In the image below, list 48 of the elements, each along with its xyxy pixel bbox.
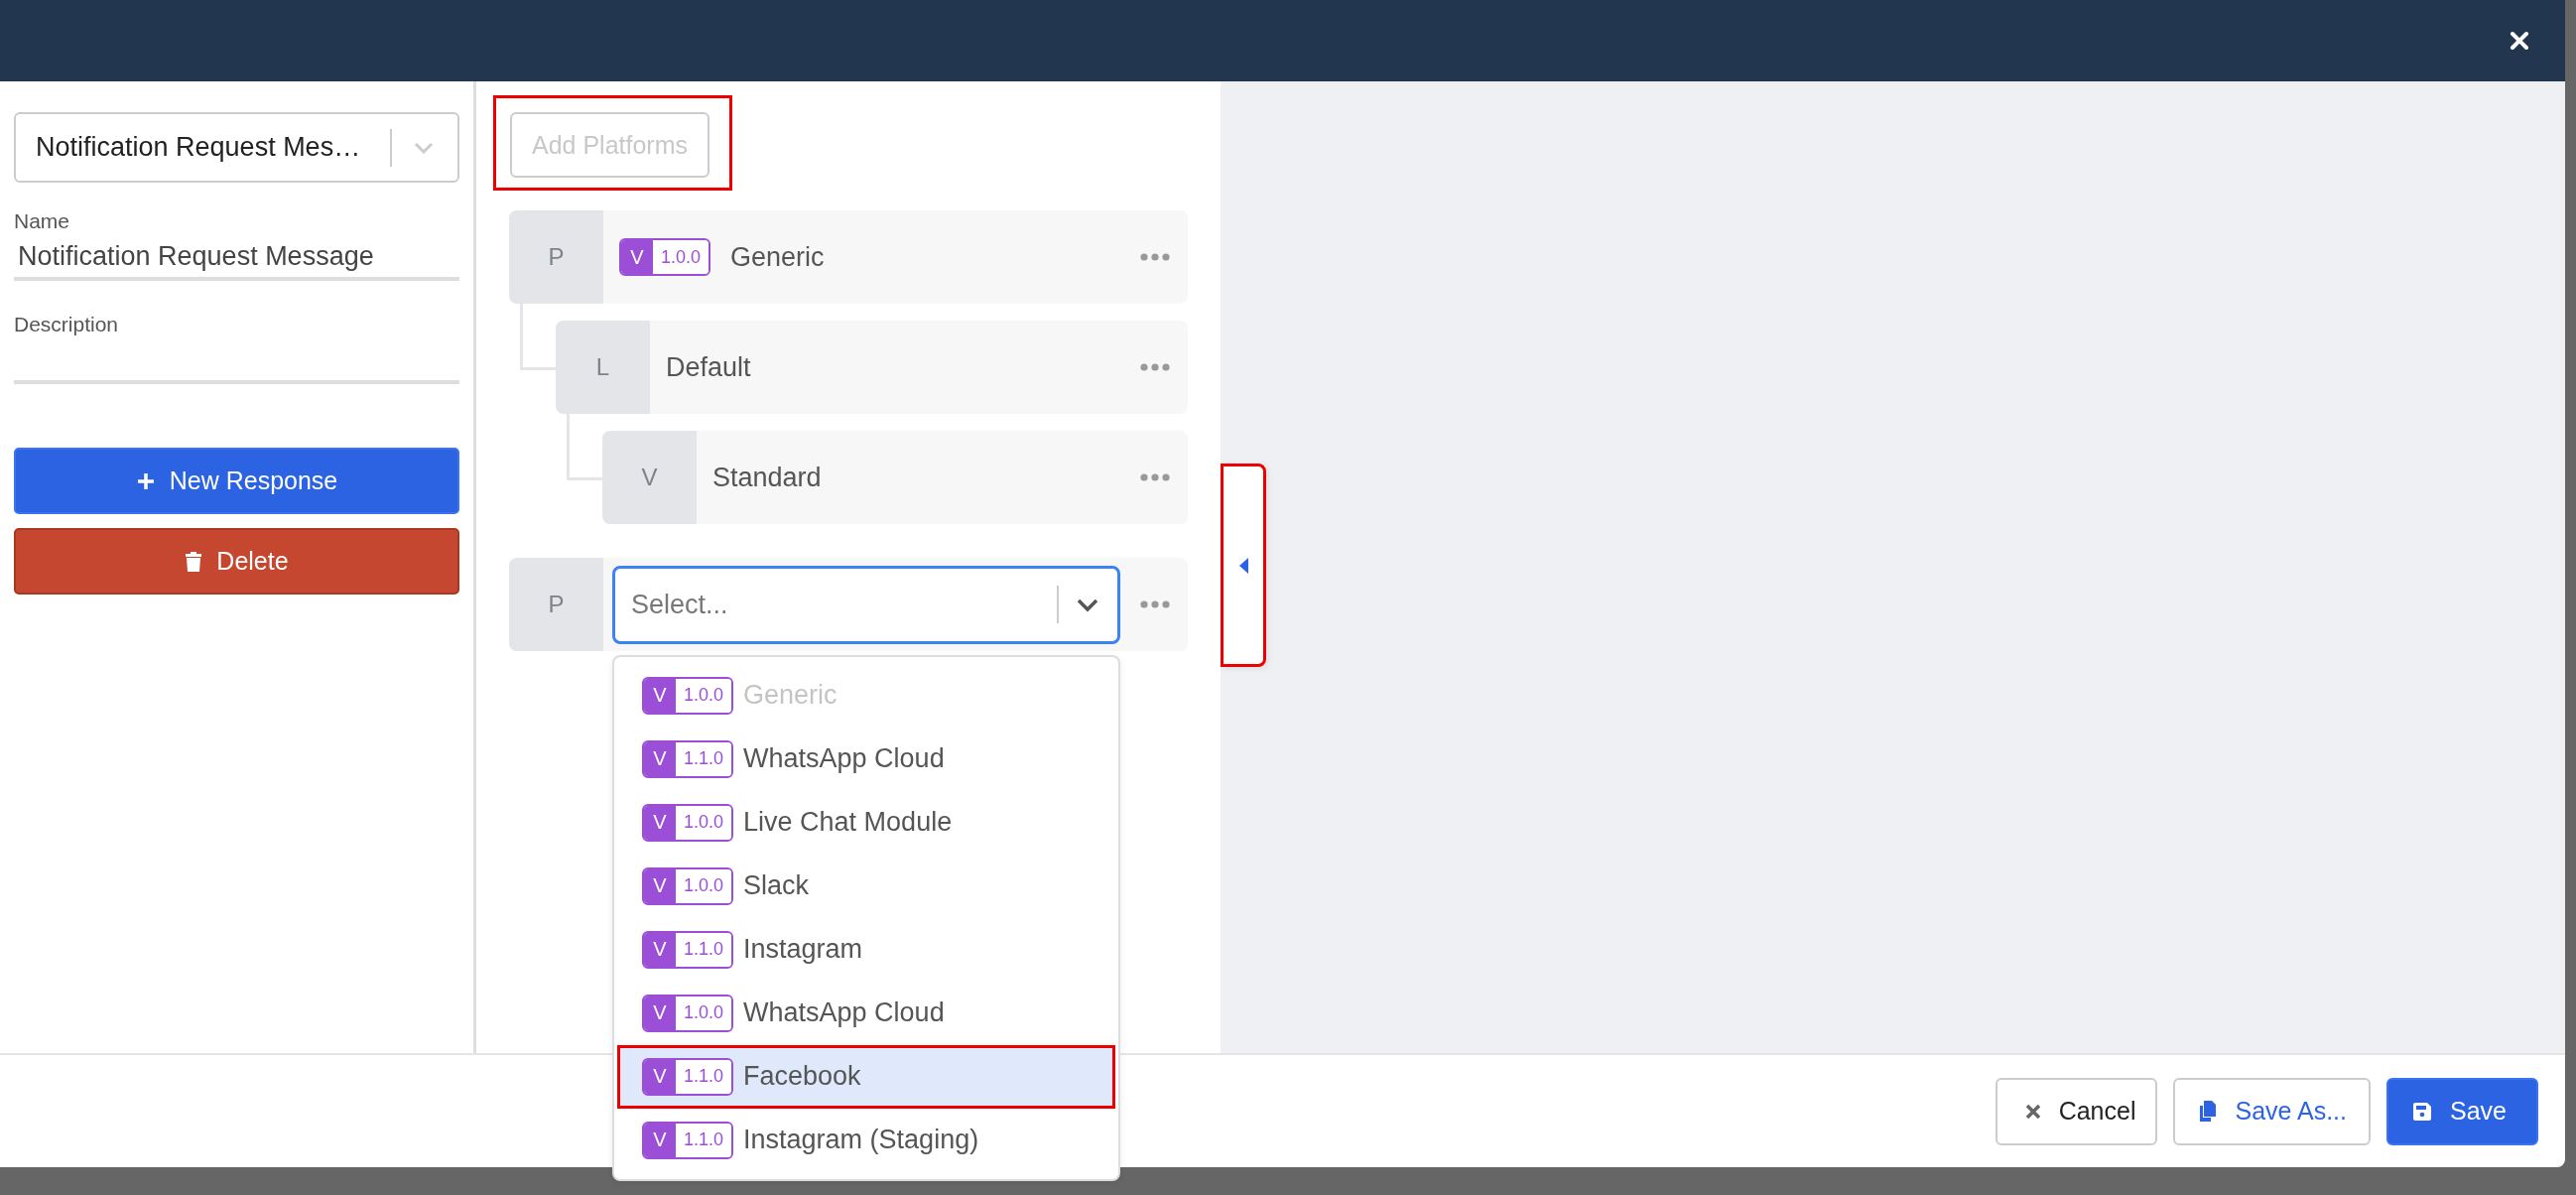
copy-icon xyxy=(2199,1100,2218,1123)
response-select[interactable]: Notification Request Mes… xyxy=(14,112,459,183)
plus-icon xyxy=(135,470,156,491)
new-response-button[interactable]: New Response xyxy=(14,448,459,514)
chevron-down-icon xyxy=(414,141,434,154)
caret-left-icon xyxy=(1238,557,1248,574)
close-icon xyxy=(2024,1103,2041,1120)
panel-toggle[interactable] xyxy=(1221,464,1266,667)
version-badge: V 1.0.0 xyxy=(642,676,734,715)
node-label: Standard xyxy=(712,462,823,493)
node-type-label: P xyxy=(509,558,603,651)
version-badge: V 1.1.0 xyxy=(642,739,734,778)
version-badge: V 1.0.0 xyxy=(619,238,711,276)
tree-node[interactable]: V Standard xyxy=(602,431,1188,524)
dropdown-option[interactable]: V 1.0.0 Live Chat Module xyxy=(617,790,1115,855)
version-badge: V 1.0.0 xyxy=(642,866,734,905)
node-type-label: V xyxy=(602,431,697,524)
save-button[interactable]: Save xyxy=(2386,1077,2538,1145)
field-label: Description xyxy=(14,313,120,336)
dropdown-option[interactable]: V 1.1.0 WhatsApp Cloud xyxy=(617,727,1115,791)
node-type-label: P xyxy=(509,210,603,304)
dropdown-option[interactable]: V 1.1.0 Instagram (Staging) xyxy=(617,1108,1115,1172)
tree-node[interactable]: L Default xyxy=(556,321,1188,414)
dropdown-option[interactable]: V 1.1.0 Facebook xyxy=(617,1044,1115,1109)
dropdown-option[interactable]: V 1.0.0 Slack xyxy=(617,854,1115,918)
more-options-icon[interactable] xyxy=(1140,363,1170,371)
version-badge: V 1.0.0 xyxy=(642,803,734,842)
cancel-button[interactable]: Cancel xyxy=(1995,1077,2158,1145)
close-icon[interactable] xyxy=(2510,31,2529,51)
node-label: Generic xyxy=(730,241,826,273)
version-badge: V 1.1.0 xyxy=(642,1121,734,1159)
node-label: Default xyxy=(666,351,752,383)
delete-button[interactable]: Delete xyxy=(14,528,459,595)
version-badge: V 1.1.0 xyxy=(642,930,734,969)
node-type-label: L xyxy=(556,321,650,414)
version-badge: V 1.0.0 xyxy=(642,994,734,1032)
platform-select[interactable]: Select... xyxy=(612,565,1120,644)
more-options-icon[interactable] xyxy=(1140,253,1170,261)
save-as-button[interactable]: Save As... xyxy=(2173,1077,2371,1145)
dropdown-option[interactable]: V 1.1.0 Instagram xyxy=(617,917,1115,982)
dropdown-option[interactable]: V 1.0.0 WhatsApp Cloud xyxy=(617,981,1115,1045)
chevron-down-icon xyxy=(1077,598,1098,612)
field-label: Name xyxy=(14,209,71,233)
version-badge: V 1.1.0 xyxy=(642,1057,734,1096)
trash-icon xyxy=(185,550,203,573)
tree-node[interactable]: P V 1.0.0 Generic xyxy=(509,210,1188,304)
more-options-icon[interactable] xyxy=(1140,473,1170,481)
more-options-icon[interactable] xyxy=(1140,600,1170,608)
